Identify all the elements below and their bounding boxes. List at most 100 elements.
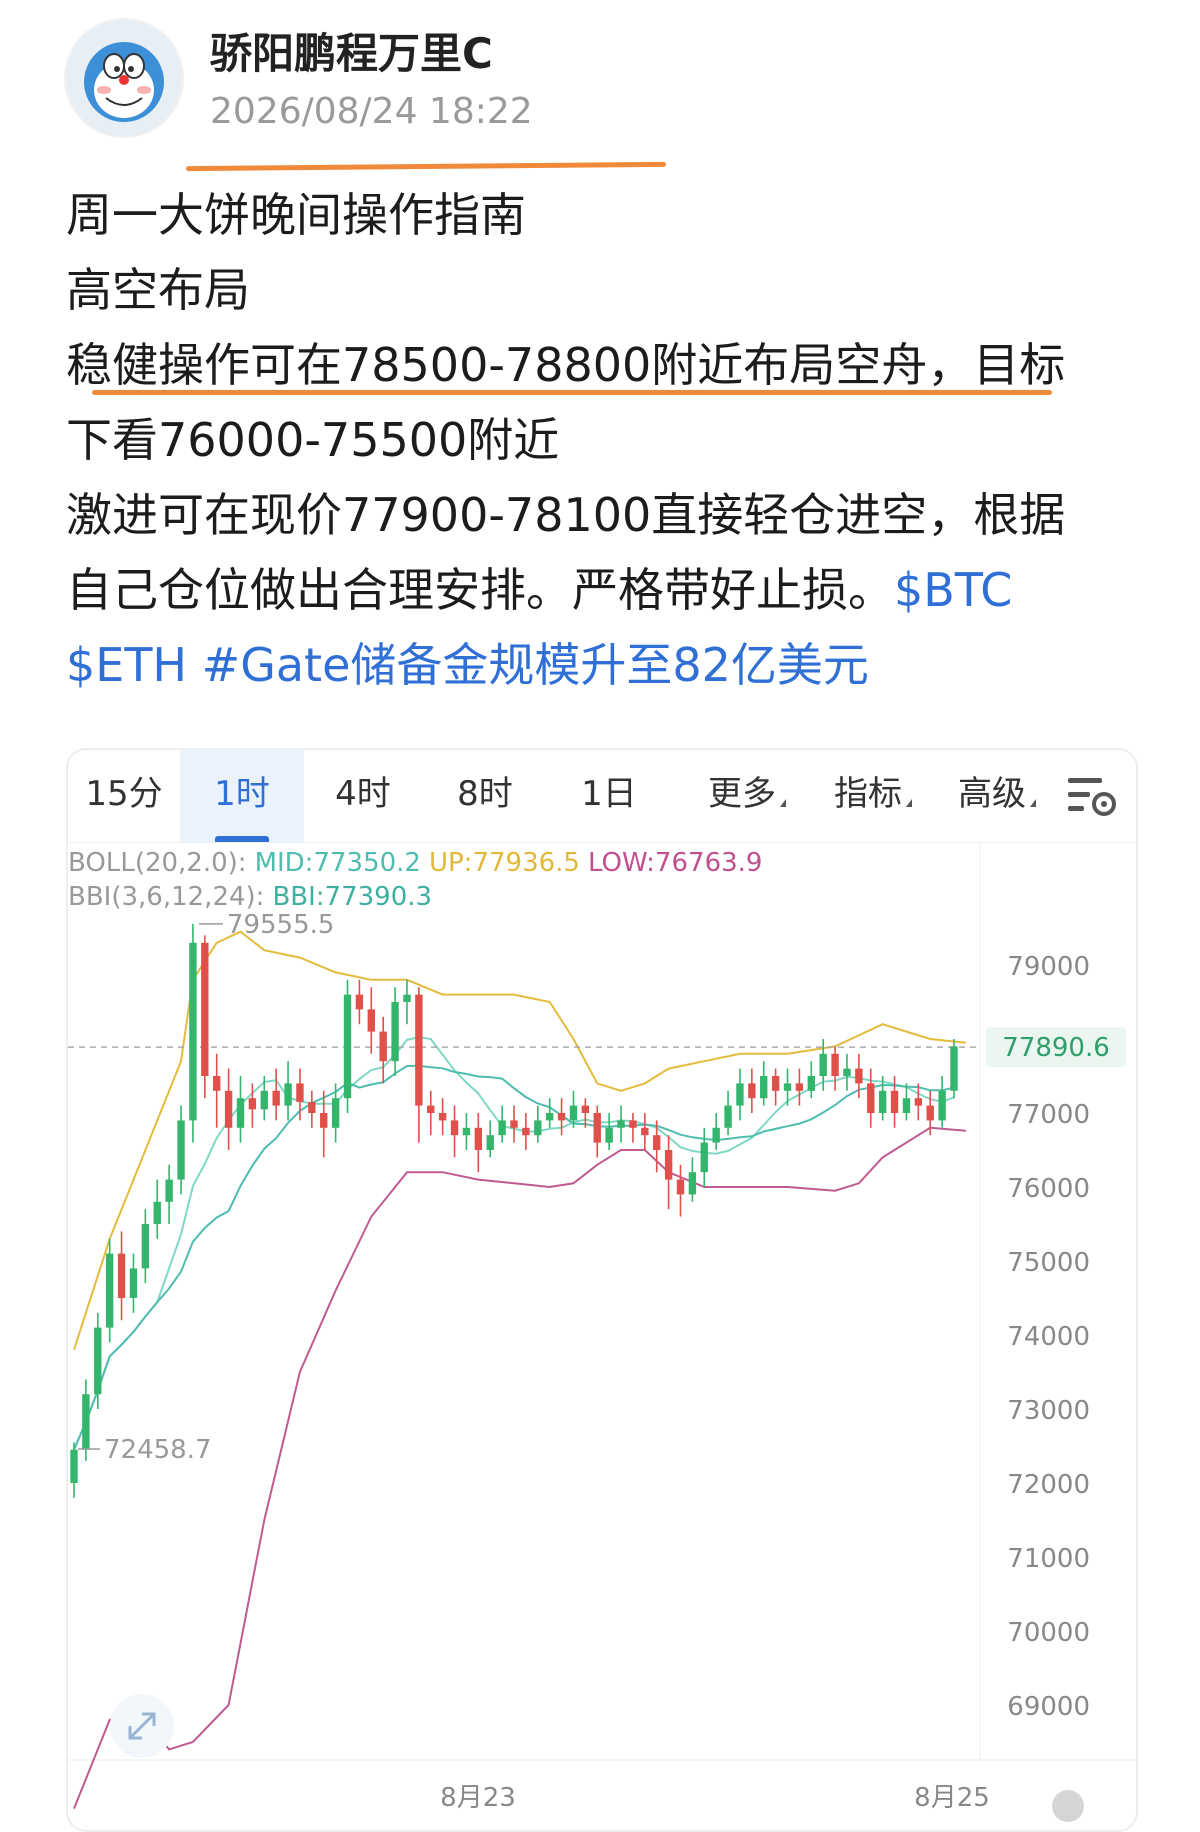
candle-body [712,1127,720,1143]
candle-body [605,1127,613,1143]
candle-body [629,1120,637,1128]
candle-body [189,942,197,1121]
x-tick-label: 8月23 [440,1783,516,1813]
candle-body [82,1394,90,1450]
watermark-logo-icon [1052,1790,1084,1822]
candle-body [379,1031,387,1062]
candle-body [748,1083,756,1099]
candle-body [522,1127,530,1136]
tag-eth[interactable]: $ETH [66,638,187,692]
candle-body [165,1179,173,1202]
candle-body [248,1098,257,1110]
candle-body [938,1090,946,1121]
candle-body [783,1083,792,1091]
candle-body [70,1449,78,1483]
y-tick-label: 73000 [1007,1396,1090,1426]
candle-body [653,1135,661,1150]
candle-body [581,1105,590,1113]
candle-body [843,1068,851,1076]
highlight-underline [92,390,1052,395]
candle-body [819,1053,827,1076]
candle-body [403,994,411,1002]
candle-body [427,1105,435,1113]
candlestick-chart[interactable]: 79000 77000 76000 75000 74000 73000 72000 71000… [68,750,1136,1830]
candle-body [474,1127,483,1150]
candle-body [760,1076,768,1099]
candle-body [795,1083,804,1091]
y-tick-label: 79000 [1007,952,1090,982]
candle-body [534,1120,542,1136]
candle-body [641,1127,649,1136]
y-tick-label: 75000 [1007,1248,1090,1278]
tag-btc[interactable]: $BTC [894,563,1012,617]
candle-body [415,994,423,1106]
candle-body [105,1253,114,1328]
candle-body [831,1053,839,1076]
candle-body [771,1076,780,1091]
candle-body [153,1201,161,1224]
candle-body [807,1076,815,1091]
candle-body [545,1113,554,1121]
candle-body [890,1090,899,1113]
expand-chart-button[interactable] [110,1694,174,1758]
y-tick-label: 69000 [1007,1692,1090,1722]
candle-body [438,1113,447,1121]
candle-body [355,994,364,1010]
y-tick-label: 71000 [1007,1544,1090,1574]
candle-body [129,1268,138,1298]
post-body: 周一大饼晚间操作指南 高空布局 稳健操作可在78500-78800附近布局空舟，… [66,178,1126,703]
candle-body [486,1135,494,1150]
candle-body [700,1142,708,1173]
candle-body [450,1120,459,1136]
bbi-line [73,1036,955,1451]
candle-body [736,1083,744,1106]
candle-body [141,1224,150,1269]
candle-body [367,1009,375,1032]
candle-body [272,1090,280,1106]
candle-body [284,1083,292,1106]
high-price-label: 79555.5 [227,910,335,940]
candle-body [510,1120,518,1128]
post-line: 高空布局 [66,263,250,317]
candle-body [201,942,209,1076]
candle-body [296,1083,304,1102]
x-tick-label: 8月25 [914,1783,990,1813]
post-line: 下看76000-75500附近 [66,413,560,467]
candle-body [391,1002,399,1062]
candle-body [308,1101,316,1113]
tag-gate-topic[interactable]: #Gate储备金规模升至82亿美元 [202,638,869,692]
y-tick-label: 72000 [1007,1470,1090,1500]
candle-body [498,1120,506,1136]
post-timestamp: 2026/08/24 18:22 [210,91,533,132]
y-tick-label: 70000 [1007,1618,1090,1648]
y-tick-label: 74000 [1007,1322,1090,1352]
y-tick-label: 76000 [1007,1174,1090,1204]
chart-card[interactable]: 15分 1时 4时 8时 1日 更多 指标 高级 BOLL(20,2.0): MI… [66,748,1138,1832]
low-price-label: 72458.7 [104,1435,212,1465]
boll-lower-line [73,1126,966,1809]
post-line-text: 自己仓位做出合理安排。严格带好止损。 [66,563,894,617]
candle-body [867,1083,875,1113]
avatar[interactable] [66,20,182,136]
candle-body [331,1098,340,1128]
candle-body [688,1172,697,1195]
candle-body [569,1105,578,1121]
candle-body [320,1113,328,1128]
post-line: $ETH #Gate储备金规模升至82亿美元 [66,628,1126,703]
candle-body [724,1105,732,1128]
candle-body [260,1090,268,1110]
y-tick-label: 77000 [1007,1100,1090,1130]
candle-body [236,1098,245,1128]
post-line: 自己仓位做出合理安排。严格带好止损。$BTC [66,553,1126,628]
candle-body [617,1120,625,1128]
candle-body [593,1113,601,1143]
candle-body [213,1076,221,1091]
author-name[interactable]: 骄阳鹏程万里C [210,26,493,82]
candle-body [224,1090,233,1128]
candle-body [676,1179,685,1195]
candle-body [177,1120,185,1180]
candle-body [950,1046,958,1091]
candle-body [664,1150,673,1180]
candle-body [117,1253,126,1298]
highlight-underline [185,161,667,172]
